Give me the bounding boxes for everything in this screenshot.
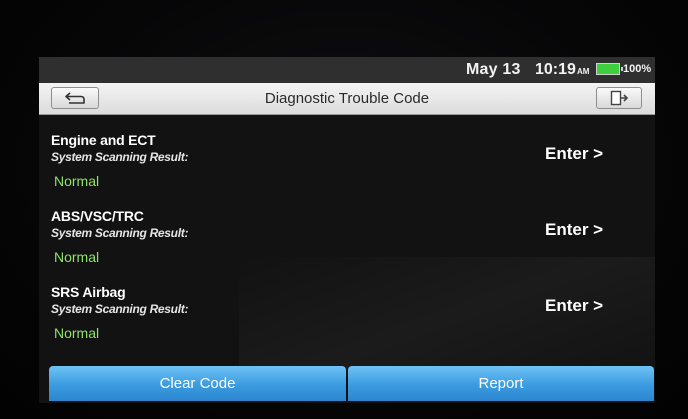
- device-screen: May 13 10:19 AM 100% Diagnostic Trouble …: [39, 57, 655, 403]
- enter-button[interactable]: Enter >: [545, 220, 603, 240]
- battery-icon: [596, 63, 623, 75]
- page-title: Diagnostic Trouble Code: [264, 90, 430, 107]
- system-name: SRS Airbag: [51, 284, 126, 300]
- status-bar: May 13 10:19 AM 100%: [39, 57, 655, 83]
- battery-level: 100%: [623, 63, 652, 75]
- system-subtitle: System Scanning Result:: [51, 226, 189, 240]
- status-ampm: AM: [577, 67, 590, 76]
- exit-button[interactable]: [596, 87, 642, 109]
- status-time: 10:19: [535, 61, 576, 78]
- clear-code-button[interactable]: Clear Code: [49, 366, 346, 401]
- list-item[interactable]: ABS/VSC/TRC System Scanning Result: Norm…: [39, 191, 655, 267]
- system-subtitle: System Scanning Result:: [51, 150, 189, 164]
- list-item[interactable]: Engine and ECT System Scanning Result: N…: [39, 115, 655, 191]
- system-subtitle: System Scanning Result:: [51, 302, 189, 316]
- system-name: ABS/VSC/TRC: [51, 208, 144, 224]
- status-badge: Normal: [54, 325, 100, 341]
- list-item[interactable]: SRS Airbag System Scanning Result: Norma…: [39, 267, 655, 343]
- exit-door-icon: [610, 90, 628, 106]
- status-badge: Normal: [54, 249, 100, 265]
- bottom-action-bar: Clear Code Report: [49, 366, 655, 401]
- system-name: Engine and ECT: [51, 132, 156, 148]
- status-badge: Normal: [54, 173, 100, 189]
- title-bar: Diagnostic Trouble Code: [39, 83, 655, 115]
- enter-button[interactable]: Enter >: [545, 144, 603, 164]
- status-date: May 13: [466, 61, 521, 78]
- report-button[interactable]: Report: [348, 366, 654, 401]
- enter-button[interactable]: Enter >: [545, 296, 603, 316]
